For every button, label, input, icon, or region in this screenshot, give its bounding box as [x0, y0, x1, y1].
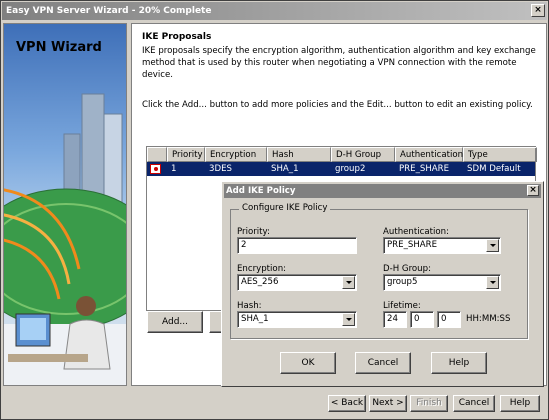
- column-header-dh-group[interactable]: D-H Group: [331, 147, 395, 162]
- priority-label: Priority:: [237, 227, 270, 237]
- group-label: Configure IKE Policy: [239, 203, 331, 213]
- dialog-title: Add IKE Policy: [226, 186, 296, 196]
- lifetime-hours-input[interactable]: 24: [383, 311, 407, 328]
- finish-button[interactable]: Finish: [410, 395, 448, 412]
- lifetime-minutes-input[interactable]: 0: [410, 311, 434, 328]
- lifetime-seconds-input[interactable]: 0: [437, 311, 461, 328]
- back-button[interactable]: < Back: [328, 395, 366, 412]
- priority-input[interactable]: 2: [237, 237, 357, 254]
- section-heading: IKE Proposals: [142, 32, 212, 42]
- policy-icon: [150, 164, 161, 174]
- cancel-button[interactable]: Cancel: [453, 395, 495, 412]
- window-title: Easy VPN Server Wizard - 20% Complete: [6, 6, 212, 16]
- dh-group-value: group5: [387, 277, 418, 287]
- hash-select[interactable]: SHA_1: [237, 311, 357, 328]
- section-description: IKE proposals specify the encryption alg…: [142, 46, 536, 80]
- hash-label: Hash:: [237, 301, 262, 311]
- column-header-priority[interactable]: Priority: [167, 147, 205, 162]
- close-icon[interactable]: ×: [527, 185, 539, 196]
- encryption-select[interactable]: AES_256: [237, 274, 357, 291]
- wizard-banner: VPN Wizard: [3, 23, 127, 386]
- cell-authentication: PRE_SHARE: [399, 164, 450, 174]
- lifetime-label: Lifetime:: [383, 301, 421, 311]
- chevron-down-icon[interactable]: [342, 313, 355, 326]
- authentication-value: PRE_SHARE: [387, 240, 438, 250]
- help-button[interactable]: Help: [500, 395, 540, 412]
- table-header: Priority Encryption Hash D-H Group Authe…: [147, 147, 537, 162]
- encryption-label: Encryption:: [237, 264, 287, 274]
- chevron-down-icon[interactable]: [342, 276, 355, 289]
- close-icon[interactable]: ×: [531, 4, 545, 17]
- authentication-select[interactable]: PRE_SHARE: [383, 237, 501, 254]
- network-illustration: [4, 93, 126, 385]
- column-header-hash[interactable]: Hash: [267, 147, 331, 162]
- wizard-title: VPN Wizard: [16, 40, 102, 55]
- encryption-value: AES_256: [241, 277, 279, 287]
- dialog-ok-button[interactable]: OK: [280, 352, 336, 374]
- cell-dh-group: group2: [335, 164, 366, 174]
- section-instruction: Click the Add... button to add more poli…: [142, 100, 533, 110]
- lifetime-format: HH:MM:SS: [466, 314, 511, 324]
- configure-ike-policy-group: Configure IKE Policy Priority: 2 Authent…: [230, 203, 528, 339]
- table-row[interactable]: 1 3DES SHA_1 group2 PRE_SHARE SDM Defaul…: [147, 162, 535, 176]
- dialog-titlebar: Add IKE Policy ×: [224, 184, 541, 198]
- dh-group-label: D-H Group:: [383, 264, 431, 274]
- chevron-down-icon[interactable]: [486, 276, 499, 289]
- dialog-help-button[interactable]: Help: [431, 352, 487, 374]
- add-ike-policy-dialog: Add IKE Policy × Configure IKE Policy Pr…: [221, 181, 544, 387]
- dh-group-select[interactable]: group5: [383, 274, 501, 291]
- chevron-down-icon[interactable]: [486, 239, 499, 252]
- cell-priority: 1: [171, 164, 177, 174]
- next-button[interactable]: Next >: [369, 395, 407, 412]
- wizard-window: Easy VPN Server Wizard - 20% Complete × …: [0, 0, 549, 420]
- column-header-icon[interactable]: [147, 147, 167, 162]
- column-header-authentication[interactable]: Authentication: [395, 147, 463, 162]
- column-header-type[interactable]: Type: [463, 147, 537, 162]
- authentication-label: Authentication:: [383, 227, 449, 237]
- cell-encryption: 3DES: [209, 164, 232, 174]
- column-header-encryption[interactable]: Encryption: [205, 147, 267, 162]
- cell-type: SDM Default: [467, 164, 521, 174]
- hash-value: SHA_1: [241, 314, 269, 324]
- add-button[interactable]: Add...: [147, 311, 203, 333]
- window-titlebar: Easy VPN Server Wizard - 20% Complete ×: [2, 2, 547, 20]
- dialog-cancel-button[interactable]: Cancel: [355, 352, 411, 374]
- cell-hash: SHA_1: [271, 164, 299, 174]
